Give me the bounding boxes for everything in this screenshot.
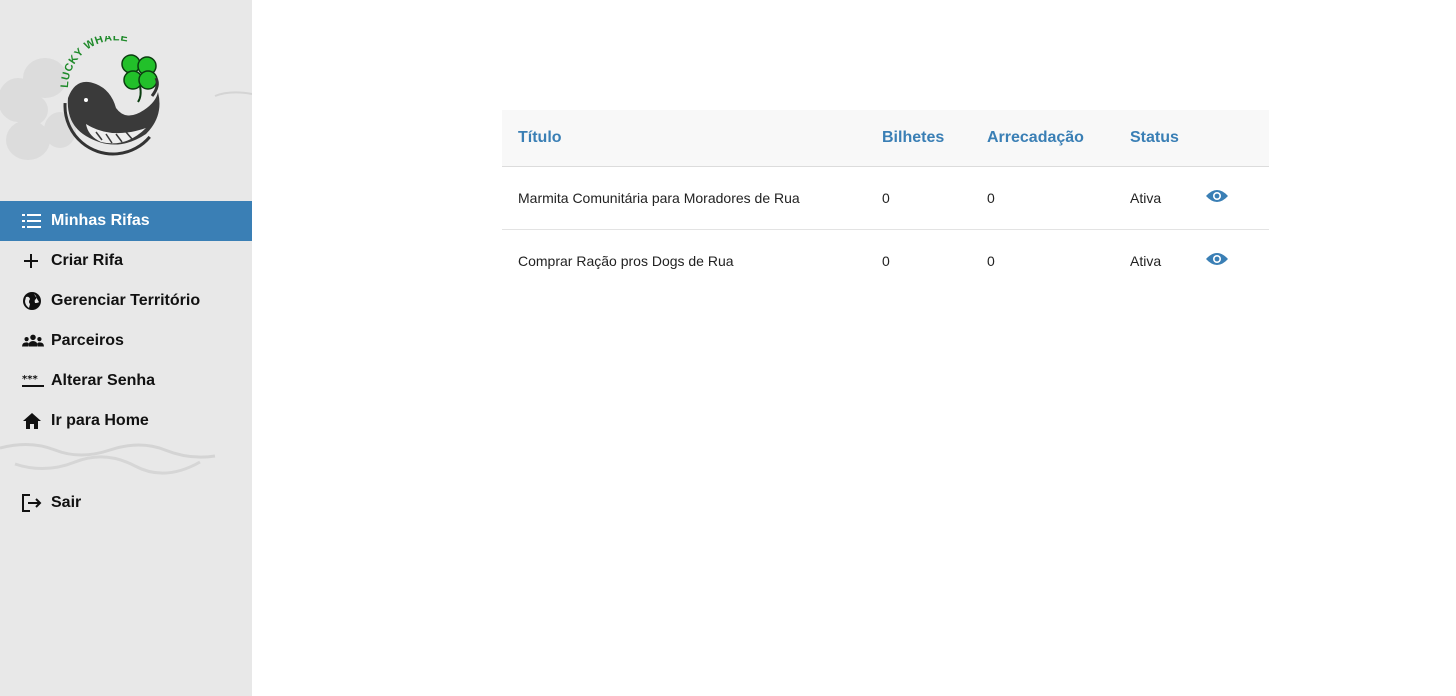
sidebar-item-gerenciar-territorio[interactable]: Gerenciar Território: [0, 281, 252, 321]
cell-title: Marmita Comunitária para Moradores de Ru…: [518, 189, 800, 206]
logo-text: LUCKY WHALE: [59, 31, 129, 88]
sidebar-nav: Minhas Rifas Criar Rifa Gerenciar Territ…: [0, 201, 252, 441]
rifas-table-container: Título Bilhetes Arrecadação Status Marmi…: [502, 110, 1269, 292]
sidebar-item-label: Alterar Senha: [51, 372, 156, 389]
people-icon: [22, 330, 44, 352]
globe-icon: [22, 290, 44, 312]
rifas-table: Título Bilhetes Arrecadação Status Marmi…: [502, 110, 1269, 292]
sidebar-item-ir-para-home[interactable]: Ir para Home: [0, 401, 252, 441]
logout-button[interactable]: Sair: [0, 483, 252, 523]
eye-icon[interactable]: [1205, 188, 1229, 204]
sidebar: LUCKY WHALE Minhas Rifas Criar Rifa Gere…: [0, 0, 252, 696]
home-icon: [22, 410, 44, 432]
cell-raised: 0: [987, 189, 995, 206]
cell-actions: [1199, 229, 1269, 292]
table-row: Marmita Comunitária para Moradores de Ru…: [502, 166, 1269, 229]
table-row: Comprar Ração pros Dogs de Rua 0 0 Ativa: [502, 229, 1269, 292]
cell-status: Ativa: [1130, 252, 1162, 269]
plus-icon: [22, 250, 44, 272]
table-body: Marmita Comunitária para Moradores de Ru…: [502, 166, 1269, 292]
sidebar-item-criar-rifa[interactable]: Criar Rifa: [0, 241, 252, 281]
table-header-row: Título Bilhetes Arrecadação Status: [502, 110, 1269, 166]
logout-section: Sair: [0, 483, 252, 523]
sidebar-item-parceiros[interactable]: Parceiros: [0, 321, 252, 361]
cell-tickets: 0: [882, 252, 890, 269]
sidebar-item-label: Criar Rifa: [51, 252, 124, 269]
lucky-whale-logo[interactable]: LUCKY WHALE: [56, 31, 168, 156]
cell-actions: [1199, 166, 1269, 229]
cell-title: Comprar Ração pros Dogs de Rua: [518, 252, 734, 269]
logout-icon: [22, 492, 44, 514]
sidebar-item-minhas-rifas[interactable]: Minhas Rifas: [0, 201, 252, 241]
logout-label: Sair: [51, 494, 82, 511]
sidebar-item-label: Minhas Rifas: [51, 212, 150, 229]
cell-tickets: 0: [882, 189, 890, 206]
list-icon: [22, 210, 44, 232]
header-title[interactable]: Título: [502, 110, 866, 166]
header-actions: [1199, 110, 1269, 166]
table-header: Título Bilhetes Arrecadação Status: [502, 110, 1269, 166]
sidebar-item-label: Gerenciar Território: [51, 292, 201, 309]
header-status[interactable]: Status: [1114, 110, 1199, 166]
sidebar-item-label: Parceiros: [51, 332, 124, 349]
sidebar-item-alterar-senha[interactable]: *** Alterar Senha: [0, 361, 252, 401]
password-icon: ***: [22, 370, 44, 392]
svg-text:LUCKY WHALE: LUCKY WHALE: [59, 36, 129, 88]
header-tickets[interactable]: Bilhetes: [866, 110, 971, 166]
cell-status: Ativa: [1130, 189, 1162, 206]
cell-raised: 0: [987, 252, 995, 269]
svg-text:***: ***: [22, 374, 38, 385]
header-raised[interactable]: Arrecadação: [971, 110, 1114, 166]
sidebar-item-label: Ir para Home: [51, 412, 149, 429]
eye-icon[interactable]: [1205, 251, 1229, 267]
